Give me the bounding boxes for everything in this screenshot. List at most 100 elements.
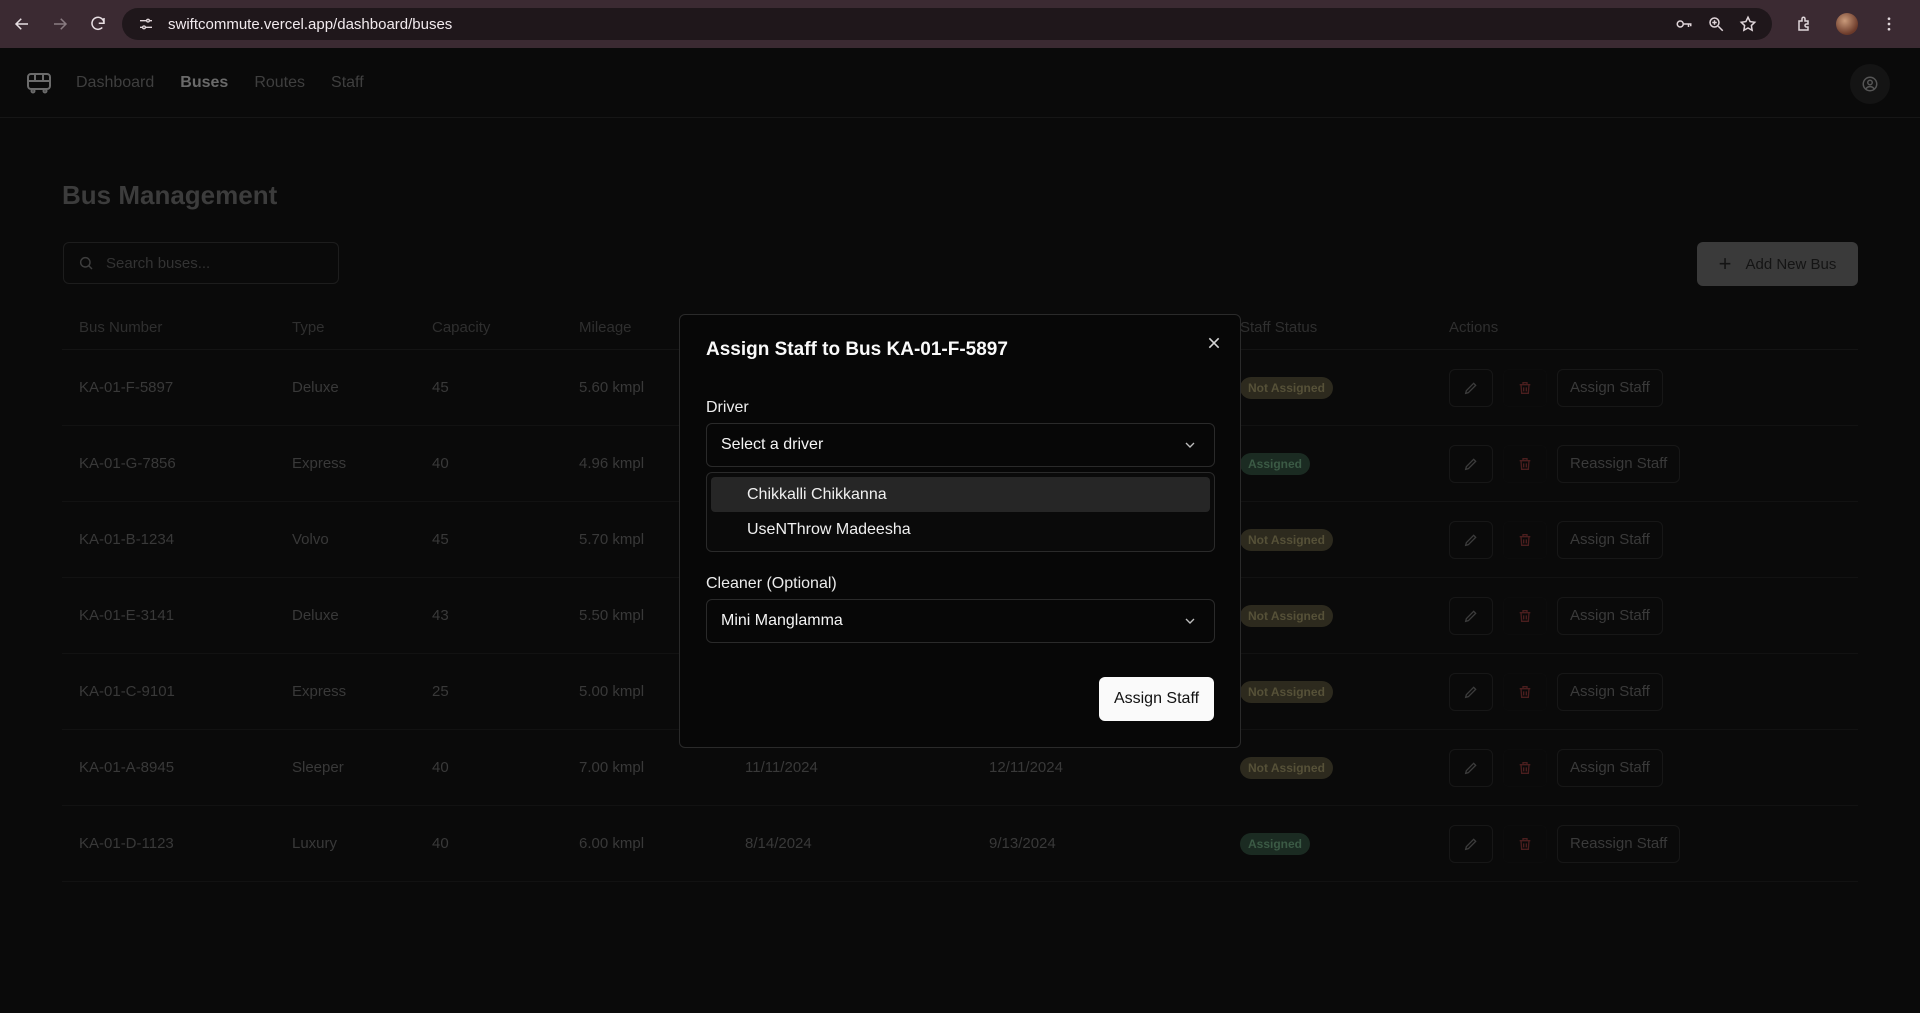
driver-dropdown-list: Chikkalli Chikkanna UseNThrow Madeesha — [706, 472, 1215, 552]
driver-select[interactable]: Select a driver — [706, 423, 1215, 467]
status-badge: Not Assigned — [1240, 680, 1333, 703]
chevron-down-icon — [1185, 442, 1195, 448]
bus-logo-icon[interactable] — [26, 72, 52, 94]
header-capacity[interactable]: Capacity — [432, 319, 490, 336]
forward-icon[interactable] — [44, 8, 76, 40]
table-row: KA-01-D-1123 Luxury 40 6.00 kmpl 8/14/2024 9/… — [62, 806, 1858, 882]
cell-date: 12/11/2024 — [989, 759, 1063, 776]
search-icon — [79, 256, 93, 270]
edit-pencil-icon[interactable] — [1449, 520, 1493, 559]
status-badge: Assigned — [1240, 832, 1311, 855]
assign-staff-button[interactable]: Assign Staff — [1557, 368, 1663, 407]
assign-staff-submit-button[interactable]: Assign Staff — [1099, 677, 1214, 721]
back-icon[interactable] — [6, 8, 38, 40]
chevron-down-icon — [1185, 618, 1195, 624]
cleaner-select-value: Mini Manglamma — [721, 612, 843, 629]
cell-type: Volvo — [292, 531, 329, 548]
row-actions: Assign Staff — [1449, 596, 1663, 635]
delete-trash-icon[interactable] — [1503, 748, 1547, 787]
row-actions: Reassign Staff — [1449, 824, 1681, 863]
reload-icon[interactable] — [82, 8, 114, 40]
cell-capacity: 43 — [432, 607, 449, 624]
header-type[interactable]: Type — [292, 319, 325, 336]
assign-staff-button[interactable]: Assign Staff — [1557, 596, 1663, 635]
cell-type: Express — [292, 455, 347, 472]
delete-trash-icon[interactable] — [1503, 824, 1547, 863]
row-actions: Assign Staff — [1449, 520, 1663, 559]
browser-toolbar: swiftcommute.vercel.app/dashboard/buses — [0, 0, 1920, 48]
user-circle-icon — [1862, 76, 1878, 92]
cell-mileage: 5.70 kmpl — [579, 531, 645, 548]
user-menu-button[interactable] — [1850, 64, 1890, 104]
address-bar[interactable]: swiftcommute.vercel.app/dashboard/buses — [122, 8, 1772, 40]
cell-mileage: 7.00 kmpl — [579, 759, 645, 776]
status-badge: Not Assigned — [1240, 604, 1333, 627]
cell-capacity: 45 — [432, 531, 449, 548]
delete-trash-icon[interactable] — [1503, 672, 1547, 711]
cell-bus-number: KA-01-A-8945 — [79, 759, 175, 776]
row-actions: Assign Staff — [1449, 368, 1663, 407]
cell-mileage: 4.96 kmpl — [579, 455, 645, 472]
delete-trash-icon[interactable] — [1503, 520, 1547, 559]
nav-link-routes[interactable]: Routes — [254, 74, 305, 92]
cell-mileage: 5.00 kmpl — [579, 683, 645, 700]
assign-staff-dialog: Assign Staff to Bus KA-01-F-5897 Driver … — [679, 314, 1241, 748]
assign-staff-button[interactable]: Assign Staff — [1557, 672, 1663, 711]
edit-pencil-icon[interactable] — [1449, 596, 1493, 635]
password-key-icon[interactable] — [1674, 14, 1694, 34]
zoom-icon[interactable] — [1706, 14, 1726, 34]
edit-pencil-icon[interactable] — [1449, 824, 1493, 863]
driver-label: Driver — [706, 399, 749, 416]
cell-type: Luxury — [292, 835, 338, 852]
nav-link-staff[interactable]: Staff — [331, 74, 364, 92]
cell-type: Sleeper — [292, 759, 344, 776]
assign-staff-button[interactable]: Assign Staff — [1557, 748, 1663, 787]
dialog-title: Assign Staff to Bus KA-01-F-5897 — [706, 339, 1008, 360]
bookmark-star-icon[interactable] — [1738, 14, 1758, 34]
cell-capacity: 40 — [432, 835, 449, 852]
cell-bus-number: KA-01-D-1123 — [79, 835, 174, 852]
site-info-icon[interactable] — [136, 14, 156, 34]
edit-pencil-icon[interactable] — [1449, 444, 1493, 483]
profile-avatar[interactable] — [1836, 13, 1858, 35]
add-new-bus-button[interactable]: + Add New Bus — [1697, 242, 1858, 286]
driver-option[interactable]: Chikkalli Chikkanna — [711, 477, 1210, 512]
assign-staff-button[interactable]: Assign Staff — [1557, 520, 1663, 559]
driver-option[interactable]: UseNThrow Madeesha — [711, 512, 1210, 547]
header-staff-status[interactable]: Staff Status — [1240, 319, 1317, 336]
nav-link-buses[interactable]: Buses — [180, 74, 228, 92]
assign-staff-button[interactable]: Reassign Staff — [1557, 824, 1681, 863]
edit-pencil-icon[interactable] — [1449, 748, 1493, 787]
extensions-icon[interactable] — [1794, 13, 1816, 35]
close-icon[interactable] — [1204, 333, 1224, 353]
nav-link-dashboard[interactable]: Dashboard — [76, 74, 154, 92]
plus-icon: + — [1718, 251, 1732, 276]
delete-trash-icon[interactable] — [1503, 444, 1547, 483]
edit-pencil-icon[interactable] — [1449, 368, 1493, 407]
cell-date: 11/11/2024 — [745, 759, 818, 776]
delete-trash-icon[interactable] — [1503, 368, 1547, 407]
cell-bus-number: KA-01-F-5897 — [79, 379, 174, 396]
menu-dots-icon[interactable] — [1878, 13, 1900, 35]
cell-capacity: 40 — [432, 455, 449, 472]
row-actions: Reassign Staff — [1449, 444, 1681, 483]
assign-staff-button[interactable]: Reassign Staff — [1557, 444, 1681, 483]
status-badge: Not Assigned — [1240, 756, 1333, 779]
status-badge: Not Assigned — [1240, 528, 1333, 551]
add-new-bus-label: Add New Bus — [1745, 255, 1837, 273]
cell-capacity: 40 — [432, 759, 449, 776]
cell-type: Deluxe — [292, 607, 339, 624]
status-badge: Assigned — [1240, 452, 1311, 475]
search-input[interactable]: Search buses... — [63, 242, 339, 284]
app-root: Dashboard Buses Routes Staff Bus Managem… — [0, 48, 1920, 1013]
cell-date: 8/14/2024 — [745, 835, 812, 852]
delete-trash-icon[interactable] — [1503, 596, 1547, 635]
row-actions: Assign Staff — [1449, 672, 1663, 711]
header-mileage[interactable]: Mileage — [579, 319, 632, 336]
header-actions: Actions — [1449, 319, 1499, 336]
cleaner-select[interactable]: Mini Manglamma — [706, 599, 1215, 643]
page-title: Bus Management — [62, 180, 278, 210]
edit-pencil-icon[interactable] — [1449, 672, 1493, 711]
cell-mileage: 5.50 kmpl — [579, 607, 645, 624]
header-bus-number[interactable]: Bus Number — [79, 319, 162, 336]
